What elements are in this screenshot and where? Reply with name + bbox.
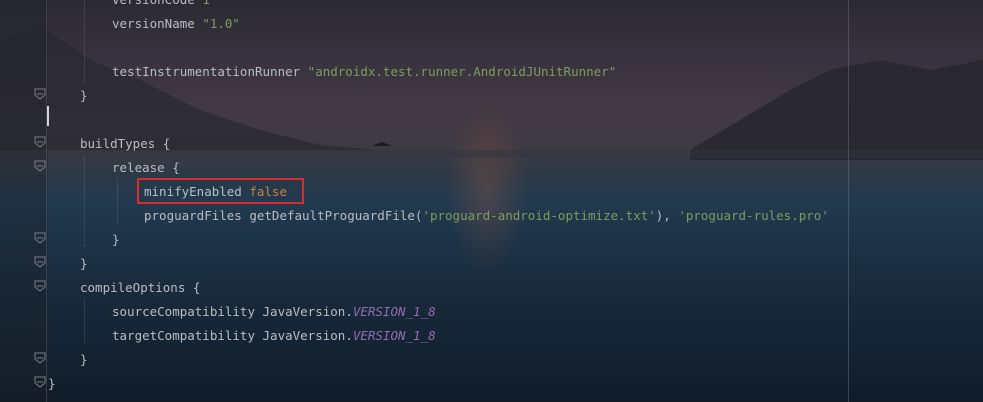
code-token: 'proguard-rules.pro' [678,208,829,223]
code-token: VERSION_1_8 [352,304,436,319]
code-token: "1.0" [202,16,240,31]
code-line-close-release[interactable]: } [112,230,120,250]
code-token: versionName [112,16,203,31]
code-token: proguardFiles getDefaultProguardFile( [144,208,423,223]
fold-marker-icon[interactable] [34,280,46,292]
fold-marker-icon[interactable] [34,88,46,100]
right-margin-guide [848,0,849,402]
fold-marker-icon[interactable] [34,136,46,148]
code-line-close-build-types[interactable]: } [80,254,88,274]
code-line-close-compile-options[interactable]: } [80,350,88,370]
indent-guide [84,155,85,247]
code-token: sourceCompatibility JavaVersion. [112,304,353,319]
code-token: } [80,352,88,367]
indent-guide [117,179,118,225]
fold-marker-icon[interactable] [34,232,46,244]
code-token: } [112,232,120,247]
text-caret [47,106,49,126]
fold-marker-icon[interactable] [34,160,46,172]
indent-guide [84,0,85,84]
code-token: compileOptions { [80,280,201,295]
code-line-close-default-config[interactable]: } [80,86,88,106]
code-line-compile-options[interactable]: compileOptions { [80,278,200,298]
code-token: 'proguard-android-optimize.txt' [422,208,656,223]
gutter-separator [46,0,47,402]
code-token: release { [112,160,180,175]
fold-marker-icon[interactable] [34,352,46,364]
code-line-proguard-files[interactable]: proguardFiles getDefaultProguardFile('pr… [144,206,829,226]
code-token: VERSION_1_8 [352,328,436,343]
code-token: testInstrumentationRunner [112,64,308,79]
code-token: ), [655,208,679,223]
fold-marker-icon[interactable] [34,256,46,268]
code-line-version-code[interactable]: versionCode 1 [112,0,210,10]
code-line-release[interactable]: release { [112,158,180,178]
code-token: } [80,256,88,271]
code-line-close-android[interactable]: } [48,374,56,394]
code-line-source-compat[interactable]: sourceCompatibility JavaVersion.VERSION_… [112,302,436,322]
code-token: buildTypes { [80,136,171,151]
indent-guide [84,298,85,344]
code-token: "androidx.test.runner.AndroidJUnitRunner… [307,64,617,79]
editor-gutter [0,0,48,402]
code-token: } [48,376,56,391]
code-line-build-types[interactable]: buildTypes { [80,134,170,154]
fold-marker-icon[interactable] [34,376,46,388]
code-token: 1 [202,0,210,7]
code-token: targetCompatibility JavaVersion. [112,328,353,343]
code-token: } [80,88,88,103]
code-line-version-name[interactable]: versionName "1.0" [112,14,240,34]
code-token: versionCode [112,0,202,7]
code-line-target-compat[interactable]: targetCompatibility JavaVersion.VERSION_… [112,326,436,346]
code-line-test-runner[interactable]: testInstrumentationRunner "androidx.test… [112,62,616,82]
highlight-annotation-box [137,178,304,204]
